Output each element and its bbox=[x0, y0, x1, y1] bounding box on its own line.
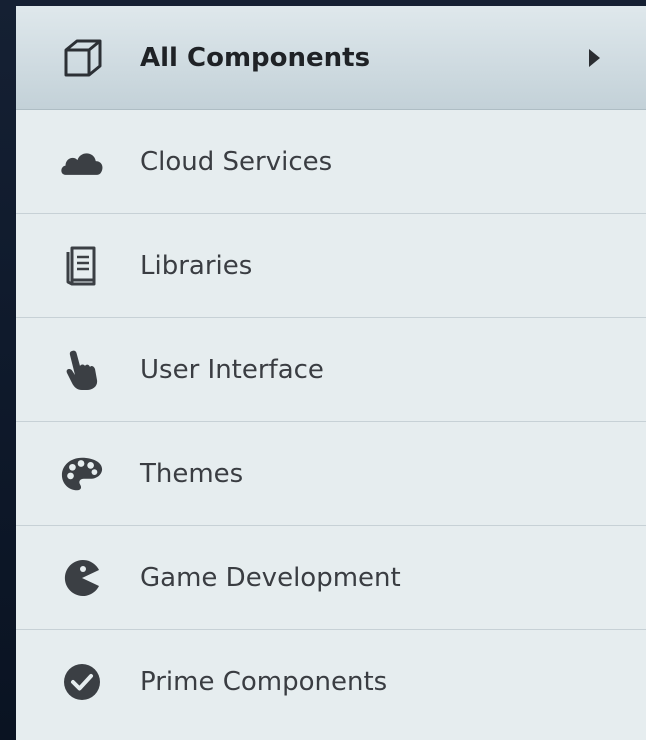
chevron-right-icon bbox=[589, 48, 600, 67]
menu-item-cloud-services[interactable]: Cloud Services bbox=[16, 110, 646, 214]
menu-item-user-interface[interactable]: User Interface bbox=[16, 318, 646, 422]
pacman-icon bbox=[60, 556, 104, 600]
cube-icon bbox=[60, 36, 104, 80]
cloud-icon bbox=[60, 140, 104, 184]
menu-item-label: Themes bbox=[140, 458, 244, 489]
menu-item-libraries[interactable]: Libraries bbox=[16, 214, 646, 318]
menu-item-prime-components[interactable]: Prime Components bbox=[16, 630, 646, 734]
menu-item-label: All Components bbox=[140, 42, 371, 73]
menu-item-game-development[interactable]: Game Development bbox=[16, 526, 646, 630]
book-icon bbox=[60, 244, 104, 288]
menu-item-label: Game Development bbox=[140, 562, 401, 593]
pointer-hand-icon bbox=[60, 348, 104, 392]
menu-item-themes[interactable]: Themes bbox=[16, 422, 646, 526]
menu-item-all-components[interactable]: All Components bbox=[16, 6, 646, 110]
palette-icon bbox=[60, 452, 104, 496]
menu-item-label: Libraries bbox=[140, 250, 253, 281]
component-category-menu: All Components Cloud Services Libraries … bbox=[16, 6, 646, 740]
check-circle-icon bbox=[60, 660, 104, 704]
menu-item-label: Prime Components bbox=[140, 667, 388, 697]
menu-item-label: Cloud Services bbox=[140, 146, 333, 177]
menu-item-label: User Interface bbox=[140, 354, 324, 385]
